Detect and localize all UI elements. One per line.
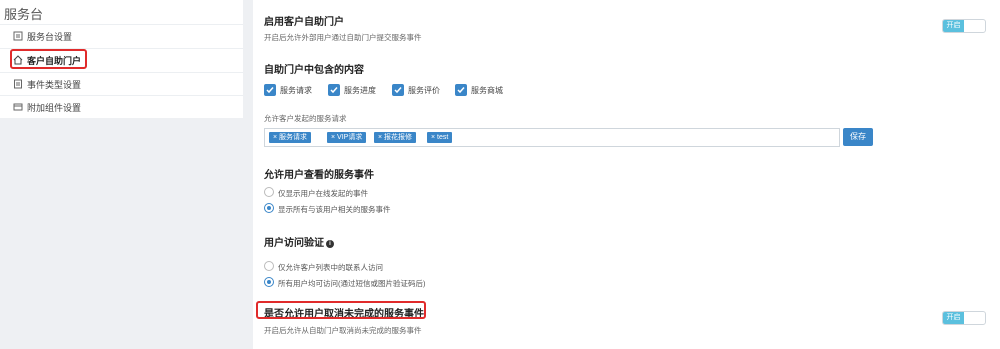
portal-toggle-desc: 开启后允许外部用户通过自助门户提交服务事件 — [264, 33, 422, 42]
portal-toggle-title: 启用客户自助门户 — [264, 17, 344, 28]
info-icon[interactable]: i — [326, 240, 334, 248]
access-verify-title-text: 用户访问验证 — [264, 238, 324, 249]
radio-dot[interactable] — [264, 277, 274, 287]
sidebar-title: 服务台 — [4, 7, 44, 22]
radio-dot[interactable] — [264, 203, 274, 213]
checkbox-checked[interactable] — [392, 84, 404, 96]
tag-label: test — [437, 134, 449, 141]
sidebar-item-event-types[interactable]: 事件类型设置 — [0, 72, 243, 95]
tag-service-request[interactable]: × 服务请求 — [269, 132, 312, 143]
radio-label: 所有用户均可访问(通过短信或图片验证码后) — [278, 279, 426, 288]
checkbox-checked[interactable] — [264, 84, 276, 96]
addon-icon — [13, 103, 23, 111]
save-button[interactable]: 保存 — [843, 128, 873, 146]
sidebar-item-label: 服务台设置 — [27, 32, 73, 42]
check-icon — [266, 87, 274, 94]
portal-toggle-switch[interactable]: 开启 — [942, 19, 986, 33]
sidebar-item-service-desk-settings[interactable]: 服务台设置 — [0, 24, 243, 47]
portal-content-title: 自助门户中包含的内容 — [264, 65, 364, 76]
tag-label: 服务请求 — [279, 134, 308, 141]
toggle-on-label: 开启 — [943, 312, 964, 324]
tag-repair[interactable]: × 报花报修 — [374, 132, 417, 143]
checkbox-checked[interactable] — [455, 84, 467, 96]
toggle-on-label: 开启 — [943, 20, 964, 32]
sidebar-item-label: 事件类型设置 — [27, 80, 82, 90]
sidebar-item-addons[interactable]: 附加组件设置 — [0, 95, 243, 118]
checkbox-label: 服务商城 — [471, 86, 503, 95]
highlight-box-cancel — [256, 301, 426, 319]
cancel-events-toggle-switch[interactable]: 开启 — [942, 311, 986, 325]
check-icon — [394, 87, 402, 94]
cancel-events-desc: 开启后允许从自助门户取消尚未完成的服务事件 — [264, 326, 422, 335]
radio-label: 仅允许客户列表中的联系人访问 — [278, 263, 383, 272]
checkbox-label: 服务进度 — [344, 86, 376, 95]
checkbox-checked[interactable] — [328, 84, 340, 96]
allowed-requests-label: 允许客户发起的服务请求 — [264, 114, 347, 123]
sidebar-item-label: 附加组件设置 — [27, 103, 82, 113]
radio-label: 显示所有与该用户相关的服务事件 — [278, 205, 391, 214]
radio-label: 仅显示用户在线发起的事件 — [278, 189, 368, 198]
tag-label: VIP请求 — [337, 134, 363, 141]
allowed-requests-tag-input[interactable]: × 服务请求 × VIP请求 × 报花报修 × test — [264, 128, 840, 147]
settings-list-icon — [13, 31, 23, 41]
checkbox-label: 服务评价 — [408, 86, 440, 95]
tag-test[interactable]: × test — [427, 132, 453, 143]
highlight-box-portal — [10, 49, 87, 69]
radio-dot[interactable] — [264, 187, 274, 197]
view-events-title: 允许用户查看的服务事件 — [264, 170, 374, 181]
document-icon — [14, 79, 22, 89]
access-verify-title: 用户访问验证 i — [264, 234, 334, 249]
check-icon — [330, 87, 338, 94]
tag-vip-request[interactable]: × VIP请求 — [327, 132, 367, 143]
check-icon — [457, 87, 465, 94]
radio-dot[interactable] — [264, 261, 274, 271]
tag-label: 报花报修 — [384, 134, 413, 141]
checkbox-label: 服务请求 — [280, 86, 312, 95]
